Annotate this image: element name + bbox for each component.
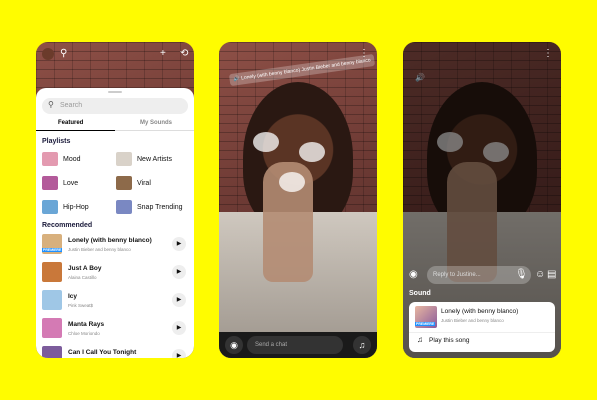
- song-artist: Chloe Moriondo: [68, 331, 100, 336]
- tab-divider: [115, 130, 194, 131]
- speaker-icon: 🔊: [233, 75, 241, 83]
- sound-sheet: ⚲ Search Featured My Sounds Playlists Mo…: [36, 88, 194, 358]
- lens-bubble: [299, 142, 325, 162]
- camera-icon[interactable]: ◉: [225, 336, 243, 354]
- song-title: Icy: [68, 293, 78, 300]
- mic-icon[interactable]: 🎙: [515, 269, 528, 281]
- playlist-label: Love: [63, 179, 79, 187]
- play-this-song-button[interactable]: Play this song: [429, 337, 469, 344]
- camera-icon[interactable]: ◉: [409, 269, 418, 281]
- premiere-badge: PREMIERE: [42, 248, 63, 252]
- playlist-thumb: [116, 152, 132, 166]
- sound-card[interactable]: PREMIERE Lonely (with benny blanco) Just…: [409, 302, 555, 352]
- music-note-icon: ♫: [417, 335, 423, 344]
- playlist-label: Mood: [63, 155, 81, 163]
- more-icon[interactable]: ⋮: [543, 48, 553, 60]
- lens-bubble: [279, 172, 305, 192]
- search-icon: ⚲: [48, 100, 54, 109]
- sticker-icon[interactable]: ▤: [547, 269, 556, 281]
- chat-bar: ◉ Send a chat ♫: [219, 332, 377, 358]
- song-artist: Justin Bieber and benny blanco: [441, 318, 504, 323]
- phone-sound-picker: ⚲ + ⟲ ⚲ Search Featured My Sounds Playli…: [36, 42, 194, 358]
- list-item[interactable]: Manta Rays Chloe Moriondo ▶: [42, 318, 190, 340]
- song-artist: Alaina Castillo: [68, 275, 97, 280]
- play-icon[interactable]: ▶: [172, 237, 186, 251]
- song-artist: Justin Bieber and benny blanco: [68, 247, 131, 252]
- avatar[interactable]: [42, 48, 54, 60]
- playlists-heading: Playlists: [42, 138, 71, 145]
- song-title: Can I Call You Tonight: [68, 349, 137, 356]
- song-artist: Pink Sweat$: [68, 303, 94, 308]
- playlist-item[interactable]: New Artists: [116, 152, 172, 166]
- album-art: [42, 318, 62, 338]
- play-icon[interactable]: ▶: [172, 293, 186, 307]
- emoji-icon[interactable]: ☺: [535, 269, 545, 281]
- playlist-item[interactable]: Love: [42, 176, 78, 190]
- chat-input[interactable]: Send a chat: [247, 336, 343, 354]
- camera-top-bar: ⚲ + ⟲: [42, 48, 188, 64]
- search-icon[interactable]: ⚲: [60, 48, 67, 60]
- recommended-heading: Recommended: [42, 222, 93, 229]
- flip-camera-icon[interactable]: ⟲: [180, 48, 188, 60]
- lens-bubble: [253, 132, 279, 152]
- premiere-badge: PREMIERE: [415, 322, 436, 326]
- list-item[interactable]: Can I Call You Tonight ▶: [42, 346, 190, 358]
- reply-bar: ◉ Reply to Justine... 🎙 ☺ ▤: [407, 266, 557, 284]
- playlist-thumb: [42, 176, 58, 190]
- tab-underline: [36, 130, 115, 131]
- playlist-thumb: [42, 200, 58, 214]
- playlist-item[interactable]: Snap Trending: [116, 200, 183, 214]
- playlist-label: Snap Trending: [137, 203, 183, 211]
- song-title: Lonely (with benny blanco): [68, 237, 152, 244]
- song-title: Just A Boy: [68, 265, 102, 272]
- play-icon[interactable]: ▶: [172, 321, 186, 335]
- playlist-thumb: [42, 152, 58, 166]
- phone-reply: ⋮ 🔊 ◉ Reply to Justine... 🎙 ☺ ▤ Sound PR…: [403, 42, 561, 358]
- sound-label: Sound: [409, 290, 431, 297]
- play-icon[interactable]: ▶: [172, 349, 186, 358]
- tab-featured[interactable]: Featured: [58, 120, 83, 126]
- search-input[interactable]: ⚲ Search: [42, 98, 188, 114]
- add-friend-icon[interactable]: +: [160, 48, 166, 60]
- play-icon[interactable]: ▶: [172, 265, 186, 279]
- tab-my-sounds[interactable]: My Sounds: [140, 120, 172, 126]
- album-art: [42, 290, 62, 310]
- card-divider: [409, 332, 555, 333]
- song-title: Lonely (with benny blanco): [441, 308, 519, 315]
- song-title: Manta Rays: [68, 321, 105, 328]
- playlist-thumb: [116, 176, 132, 190]
- playlist-item[interactable]: Hip-Hop: [42, 200, 89, 214]
- album-art: [42, 346, 62, 358]
- list-item[interactable]: Just A Boy Alaina Castillo ▶: [42, 262, 190, 284]
- list-item[interactable]: Icy Pink Sweat$ ▶: [42, 290, 190, 312]
- playlist-label: Viral: [137, 179, 151, 187]
- album-art: [42, 262, 62, 282]
- search-placeholder: Search: [60, 102, 83, 109]
- music-note-icon[interactable]: ♫: [353, 336, 371, 354]
- playlist-label: New Artists: [137, 155, 173, 163]
- playlist-thumb: [116, 200, 132, 214]
- playlist-label: Hip-Hop: [63, 203, 89, 211]
- speaker-icon: 🔊: [415, 73, 425, 82]
- list-item[interactable]: PREMIERE Lonely (with benny blanco) Just…: [42, 234, 190, 256]
- phone-camera: ⋮ 🔊 Lonely (with benny blanco) Justin Bi…: [219, 42, 377, 358]
- playlist-item[interactable]: Viral: [116, 176, 151, 190]
- playlist-item[interactable]: Mood: [42, 152, 81, 166]
- sheet-handle[interactable]: [108, 91, 122, 93]
